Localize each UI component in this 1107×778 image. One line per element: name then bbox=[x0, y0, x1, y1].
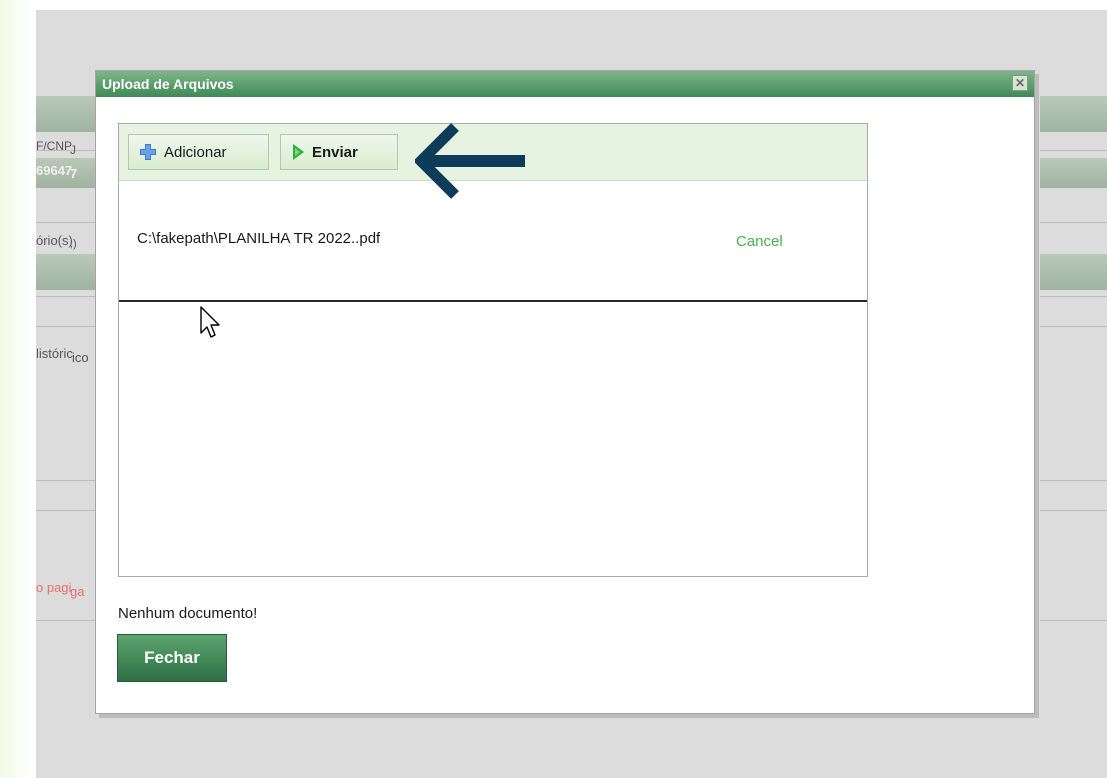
bg-divider bbox=[1040, 150, 1107, 151]
dialog-title: Upload de Arquivos bbox=[102, 76, 234, 92]
bg-label-b: ico bbox=[72, 350, 89, 365]
status-text: Nenhum documento! bbox=[118, 605, 258, 622]
bg-warning-text: o pagi bbox=[36, 580, 72, 595]
bg-divider bbox=[1040, 222, 1107, 223]
cancel-upload-link[interactable]: Cancel bbox=[736, 233, 783, 250]
top-strip bbox=[0, 0, 1107, 10]
add-file-button[interactable]: Adicionar bbox=[128, 134, 269, 170]
bg-divider bbox=[36, 480, 98, 481]
bg-label: listóric bbox=[36, 346, 73, 361]
add-button-label: Adicionar bbox=[164, 143, 227, 161]
bg-header-bar bbox=[36, 96, 98, 132]
bg-divider bbox=[36, 510, 98, 511]
close-dialog-button[interactable]: Fechar bbox=[117, 634, 227, 682]
bg-label-cpf: F/CNP bbox=[36, 139, 72, 153]
file-name: C:\fakepath\PLANILHA TR 2022..pdf bbox=[137, 230, 381, 247]
plus-icon bbox=[140, 144, 156, 160]
bg-label: ório(s) bbox=[36, 233, 73, 248]
close-icon[interactable]: ✕ bbox=[1012, 75, 1028, 91]
bg-divider bbox=[36, 620, 98, 621]
dialog-titlebar: Upload de Arquivos ✕ bbox=[96, 71, 1034, 97]
bg-divider bbox=[1040, 296, 1107, 297]
bg-divider bbox=[1040, 326, 1107, 327]
bg-label-b: ;) bbox=[70, 238, 77, 250]
bg-divider bbox=[36, 222, 98, 223]
upload-dialog: Upload de Arquivos ✕ Adicionar Enviar C:… bbox=[95, 70, 1035, 714]
send-button[interactable]: Enviar bbox=[280, 134, 398, 170]
bg-warning-text-b: ga bbox=[70, 584, 85, 599]
bg-header-bar bbox=[1040, 96, 1107, 132]
cursor-icon bbox=[200, 306, 220, 338]
bg-value: 69647 bbox=[36, 163, 73, 178]
bg-label-cpf-b: J bbox=[70, 143, 76, 157]
bg-header-bar bbox=[1040, 254, 1107, 290]
arrow-left-icon bbox=[415, 123, 525, 199]
send-button-label: Enviar bbox=[312, 143, 358, 161]
bg-divider bbox=[36, 296, 98, 297]
bg-header-bar bbox=[36, 254, 98, 290]
left-background-strip bbox=[0, 0, 36, 778]
bg-value-b: 7 bbox=[70, 166, 78, 181]
bg-divider bbox=[1040, 480, 1107, 481]
bg-value-bar bbox=[1040, 158, 1107, 188]
play-icon bbox=[293, 144, 304, 160]
bg-divider bbox=[36, 326, 98, 327]
bg-divider bbox=[1040, 510, 1107, 511]
bg-divider bbox=[1040, 620, 1107, 621]
